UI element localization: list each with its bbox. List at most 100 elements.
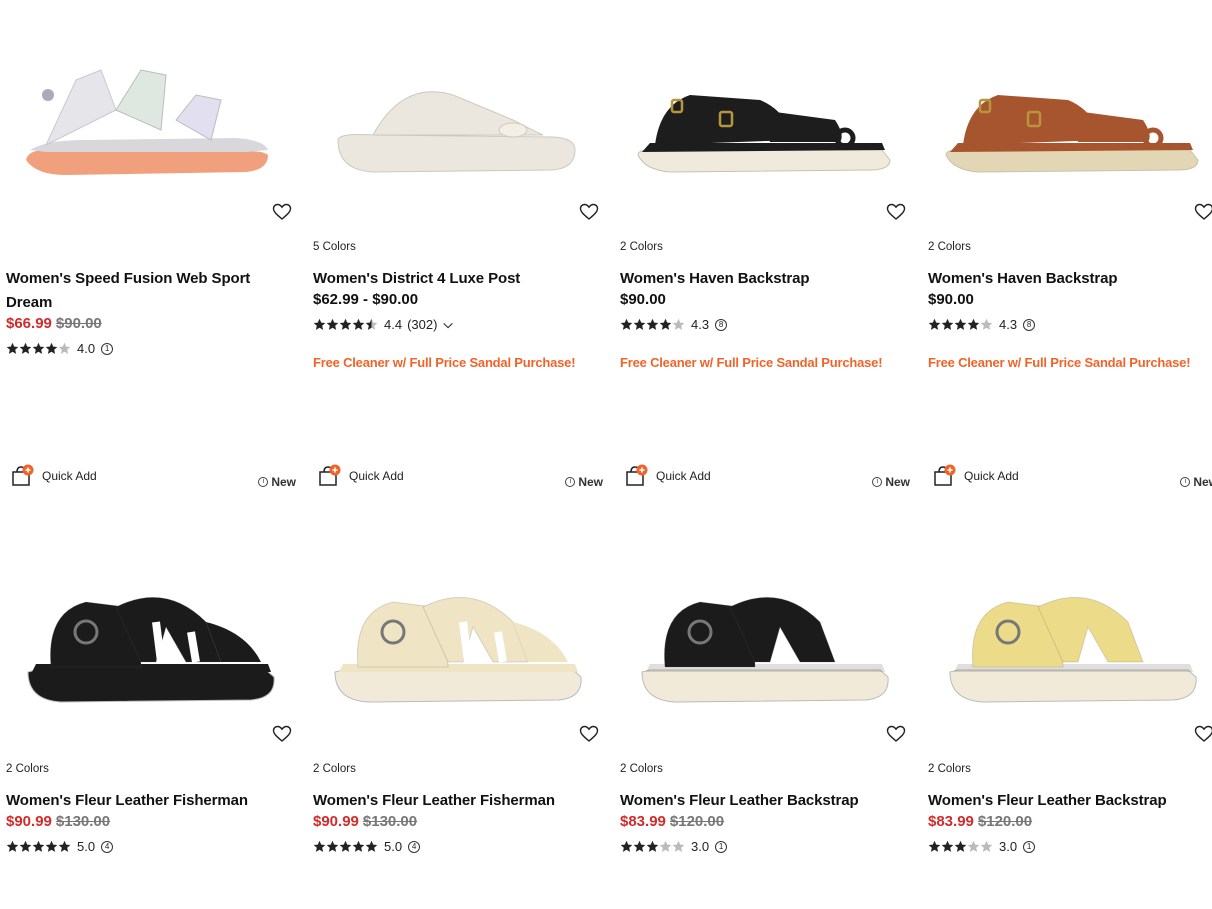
product-name[interactable]: Women's Fleur Leather Fisherman — [6, 789, 291, 813]
info-icon: i — [258, 477, 269, 487]
sale-price: $66.99 — [6, 315, 52, 332]
new-label: New — [885, 475, 910, 489]
product-rating[interactable]: 4.0 1 — [6, 341, 114, 356]
promo-text[interactable]: Free Cleaner w/ Full Price Sandal Purcha… — [313, 355, 576, 370]
review-count[interactable]: 8 — [1023, 318, 1036, 331]
bag-plus-icon — [934, 464, 956, 486]
info-icon: i — [872, 477, 883, 487]
rating-value: 4.4 — [384, 317, 403, 332]
product-image[interactable] — [928, 0, 1212, 226]
star-rating-icon — [928, 840, 993, 853]
star-rating-icon — [620, 840, 685, 853]
quick-add-button[interactable]: Quick Add — [10, 464, 97, 488]
review-count[interactable]: 1 — [1023, 840, 1036, 853]
quick-add-button[interactable]: Quick Add — [317, 464, 404, 488]
product-image[interactable] — [928, 522, 1212, 748]
quick-add-label: Quick Add — [964, 469, 1019, 483]
bag-plus-icon — [626, 464, 648, 486]
new-label: New — [1193, 475, 1212, 489]
review-count[interactable]: 8 — [715, 318, 728, 331]
heart-icon[interactable] — [886, 203, 908, 223]
heart-icon[interactable] — [272, 725, 294, 745]
sale-price: $90.99 — [6, 813, 52, 830]
star-rating-icon — [313, 318, 378, 331]
product-name[interactable]: Women's Fleur Leather Backstrap — [620, 789, 905, 813]
promo-text[interactable]: Free Cleaner w/ Full Price Sandal Purcha… — [620, 355, 883, 370]
product-image[interactable] — [6, 0, 296, 226]
product-rating[interactable]: 5.0 4 — [6, 839, 114, 854]
bag-plus-icon — [12, 464, 34, 486]
new-badge[interactable]: i New — [1180, 475, 1212, 489]
product-rating[interactable]: 3.0 1 — [928, 839, 1036, 854]
quick-add-button[interactable]: Quick Add — [624, 464, 711, 488]
rating-value: 5.0 — [384, 839, 403, 854]
star-rating-icon — [928, 318, 993, 331]
review-count[interactable]: 4 — [408, 840, 421, 853]
product-image[interactable] — [6, 522, 296, 748]
rating-value: 3.0 — [691, 839, 710, 854]
star-rating-icon — [620, 318, 685, 331]
original-price: $90.00 — [55, 315, 102, 332]
original-price: $130.00 — [362, 813, 418, 830]
product-price: $90.99 $130.00 — [313, 813, 417, 830]
new-badge[interactable]: i New — [258, 475, 296, 489]
color-count[interactable]: 2 Colors — [620, 241, 663, 253]
star-rating-icon — [313, 840, 378, 853]
product-rating[interactable]: 4.4 (302) ⌵ — [313, 317, 453, 332]
product-name[interactable]: Women's Speed Fusion Web Sport Dream — [6, 267, 291, 315]
heart-icon[interactable] — [1194, 203, 1212, 223]
review-count[interactable]: (302) — [407, 317, 437, 332]
new-label: New — [271, 475, 296, 489]
heart-icon[interactable] — [579, 725, 601, 745]
product-price: $90.00 — [620, 291, 666, 308]
review-count[interactable]: 1 — [715, 840, 728, 853]
info-icon: i — [565, 477, 576, 487]
quick-add-label: Quick Add — [349, 469, 404, 483]
product-image[interactable] — [313, 522, 603, 748]
product-rating[interactable]: 3.0 1 — [620, 839, 728, 854]
product-price: $62.99 - $90.00 — [313, 291, 418, 308]
info-icon: i — [1180, 477, 1191, 487]
product-price: $83.99 $120.00 — [928, 813, 1032, 830]
new-badge[interactable]: i New — [872, 475, 910, 489]
heart-icon[interactable] — [272, 203, 294, 223]
original-price: $120.00 — [669, 813, 725, 830]
price-range: $90.00 — [620, 291, 666, 308]
review-count[interactable]: 4 — [101, 840, 114, 853]
product-name[interactable]: Women's Fleur Leather Backstrap — [928, 789, 1212, 813]
product-price: $66.99 $90.00 — [6, 315, 102, 332]
review-count[interactable]: 1 — [101, 342, 114, 355]
quick-add-label: Quick Add — [656, 469, 711, 483]
product-rating[interactable]: 4.3 8 — [620, 317, 728, 332]
color-count[interactable]: 2 Colors — [313, 763, 356, 775]
original-price: $120.00 — [977, 813, 1033, 830]
color-count[interactable]: 2 Colors — [928, 763, 971, 775]
new-badge[interactable]: i New — [565, 475, 603, 489]
product-name[interactable]: Women's Fleur Leather Fisherman — [313, 789, 598, 813]
product-rating[interactable]: 4.3 8 — [928, 317, 1036, 332]
product-image[interactable] — [620, 0, 910, 226]
heart-icon[interactable] — [1194, 725, 1212, 745]
quick-add-button[interactable]: Quick Add — [932, 464, 1019, 488]
promo-text[interactable]: Free Cleaner w/ Full Price Sandal Purcha… — [928, 355, 1191, 370]
heart-icon[interactable] — [886, 725, 908, 745]
product-rating[interactable]: 5.0 4 — [313, 839, 421, 854]
rating-value: 4.3 — [691, 317, 710, 332]
product-price: $90.00 — [928, 291, 974, 308]
color-count[interactable]: 2 Colors — [928, 241, 971, 253]
heart-icon[interactable] — [579, 203, 601, 223]
star-rating-icon — [6, 840, 71, 853]
product-price: $83.99 $120.00 — [620, 813, 724, 830]
product-name[interactable]: Women's Haven Backstrap — [620, 267, 905, 291]
price-range: $90.00 — [928, 291, 974, 308]
chevron-down-icon[interactable]: ⌵ — [443, 317, 452, 332]
product-image[interactable] — [620, 522, 910, 748]
color-count[interactable]: 5 Colors — [313, 241, 356, 253]
color-count[interactable]: 2 Colors — [620, 763, 663, 775]
rating-value: 3.0 — [999, 839, 1018, 854]
product-image[interactable] — [313, 0, 603, 226]
product-name[interactable]: Women's District 4 Luxe Post — [313, 267, 598, 291]
rating-value: 4.0 — [77, 341, 96, 356]
product-name[interactable]: Women's Haven Backstrap — [928, 267, 1212, 291]
color-count[interactable]: 2 Colors — [6, 763, 49, 775]
